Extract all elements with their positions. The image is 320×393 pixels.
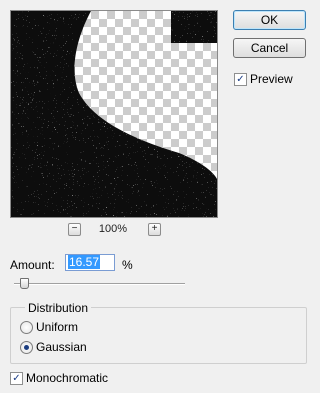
checkmark-icon: ✓ [236, 74, 245, 85]
amount-value: 16.57 [68, 255, 101, 269]
distribution-label: Distribution [25, 301, 92, 315]
amount-input[interactable]: 16.57 [65, 254, 115, 271]
uniform-radio[interactable] [20, 321, 33, 334]
amount-slider-track[interactable] [14, 283, 185, 285]
monochromatic-checkbox[interactable]: ✓ [10, 372, 23, 385]
preview-pane[interactable] [10, 10, 218, 218]
minus-icon: − [71, 223, 78, 234]
amount-slider-thumb[interactable] [20, 278, 29, 289]
monochromatic-label: Monochromatic [26, 371, 109, 385]
preview-image [11, 11, 217, 217]
amount-label: Amount: [10, 258, 55, 272]
ok-button[interactable]: OK [233, 10, 306, 30]
uniform-label: Uniform [36, 320, 79, 334]
gaussian-label: Gaussian [36, 340, 87, 354]
preview-label: Preview [250, 72, 293, 86]
cancel-button[interactable]: Cancel [233, 38, 306, 58]
zoom-out-button[interactable]: − [68, 223, 81, 236]
plus-icon: + [151, 223, 158, 234]
checkmark-icon: ✓ [12, 373, 21, 384]
zoom-in-button[interactable]: + [148, 223, 161, 236]
distribution-group [10, 307, 307, 364]
gaussian-radio[interactable] [20, 341, 33, 354]
radio-selected-dot [24, 345, 29, 350]
amount-unit: % [122, 258, 133, 272]
zoom-level: 100% [98, 223, 128, 235]
preview-checkbox[interactable]: ✓ [234, 73, 247, 86]
